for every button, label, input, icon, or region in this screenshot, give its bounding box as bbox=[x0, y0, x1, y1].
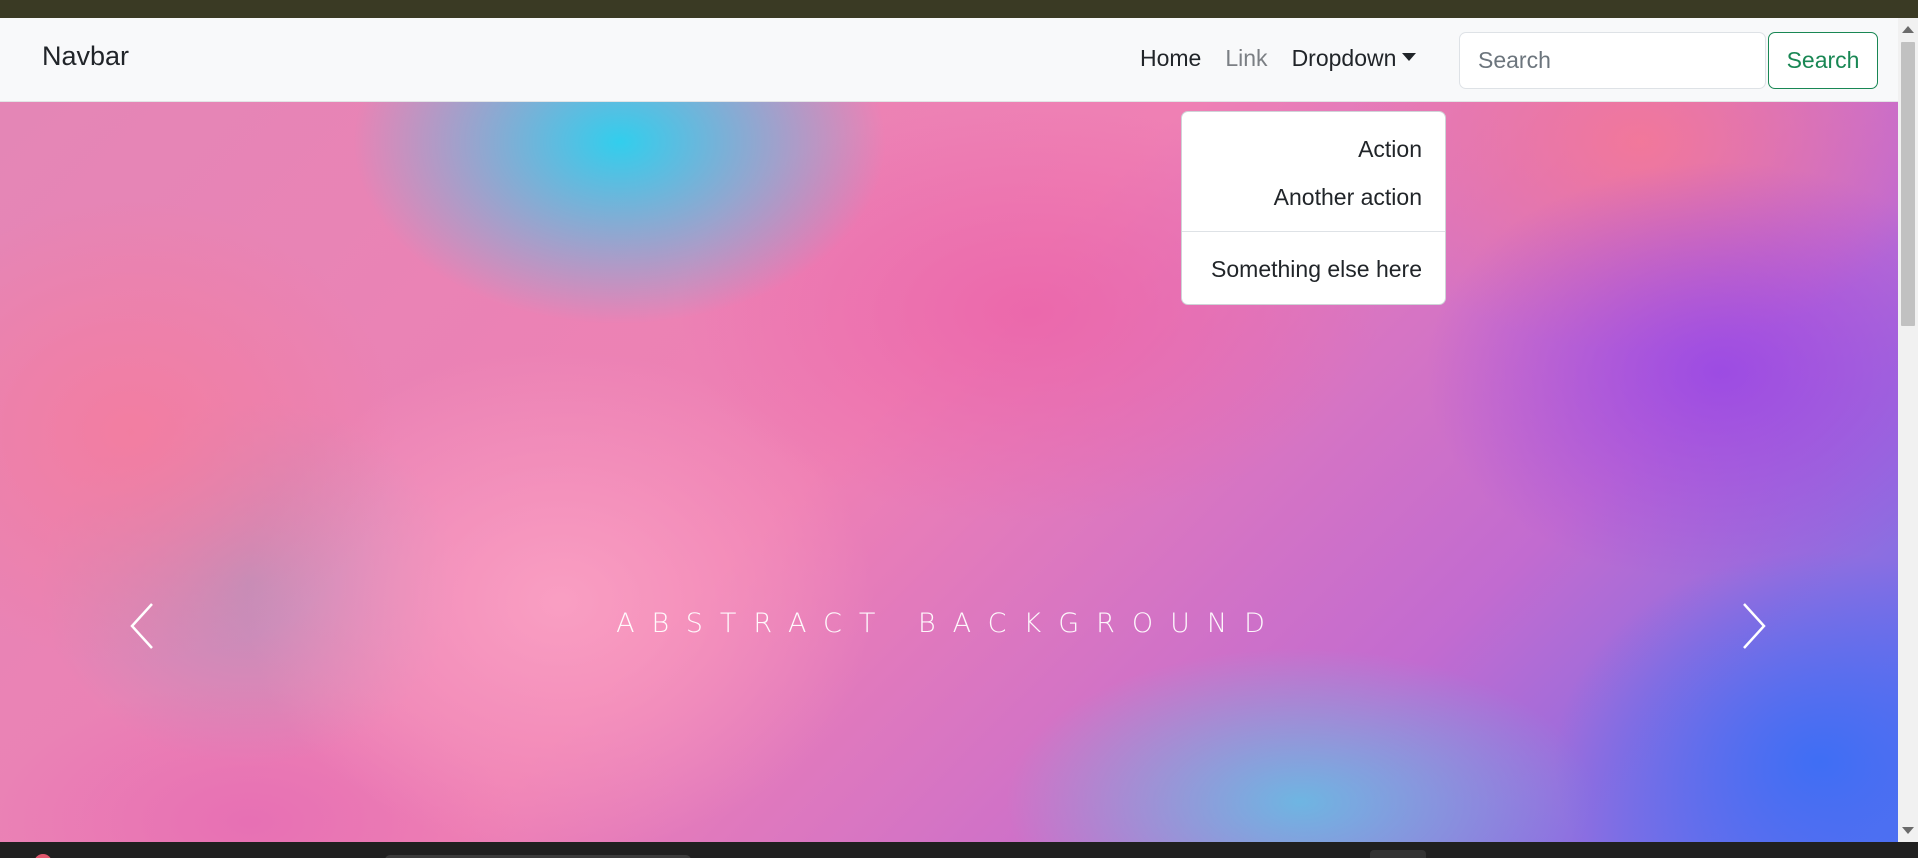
vertical-scrollbar[interactable] bbox=[1898, 18, 1918, 842]
scrollbar-thumb[interactable] bbox=[1901, 42, 1915, 326]
carousel-prev-button[interactable] bbox=[122, 600, 162, 652]
navbar-brand[interactable]: Navbar bbox=[42, 41, 129, 72]
search-input[interactable] bbox=[1459, 32, 1766, 89]
nav-dropdown-toggle[interactable]: Dropdown bbox=[1292, 45, 1417, 72]
nav-dropdown-label: Dropdown bbox=[1291, 45, 1397, 71]
nav-link-home[interactable]: Home bbox=[1140, 45, 1201, 72]
carousel-next-button[interactable] bbox=[1734, 600, 1774, 652]
scroll-up-arrow-icon[interactable] bbox=[1902, 26, 1914, 33]
navbar: Navbar Home Link Dropdown Search bbox=[0, 18, 1898, 102]
dropdown-item-something-else[interactable]: Something else here bbox=[1211, 256, 1422, 283]
search-button[interactable]: Search bbox=[1768, 32, 1878, 89]
window-top-strip bbox=[0, 0, 1918, 18]
dropdown-item-action[interactable]: Action bbox=[1358, 136, 1422, 163]
browser-viewport: Navbar Home Link Dropdown Search ABSTRAC… bbox=[0, 18, 1918, 842]
hero-caption: ABSTRACT BACKGROUND bbox=[616, 608, 1282, 639]
taskbar bbox=[0, 842, 1918, 858]
chevron-left-icon bbox=[122, 600, 162, 652]
hero-carousel: ABSTRACT BACKGROUND bbox=[0, 102, 1898, 842]
scroll-down-arrow-icon[interactable] bbox=[1902, 827, 1914, 834]
taskbar-app-box[interactable] bbox=[1370, 850, 1426, 858]
chevron-right-icon bbox=[1734, 600, 1774, 652]
page: Navbar Home Link Dropdown Search ABSTRAC… bbox=[0, 0, 1918, 858]
dropdown-item-another-action[interactable]: Another action bbox=[1274, 184, 1422, 211]
taskbar-app-icon[interactable] bbox=[34, 854, 52, 858]
nav-link-link[interactable]: Link bbox=[1225, 45, 1267, 72]
dropdown-menu: Action Another action Something else her… bbox=[1181, 111, 1446, 305]
nav-links: Home Link Dropdown bbox=[1140, 45, 1440, 72]
caret-down-icon bbox=[1402, 52, 1417, 61]
dropdown-divider bbox=[1182, 231, 1445, 232]
